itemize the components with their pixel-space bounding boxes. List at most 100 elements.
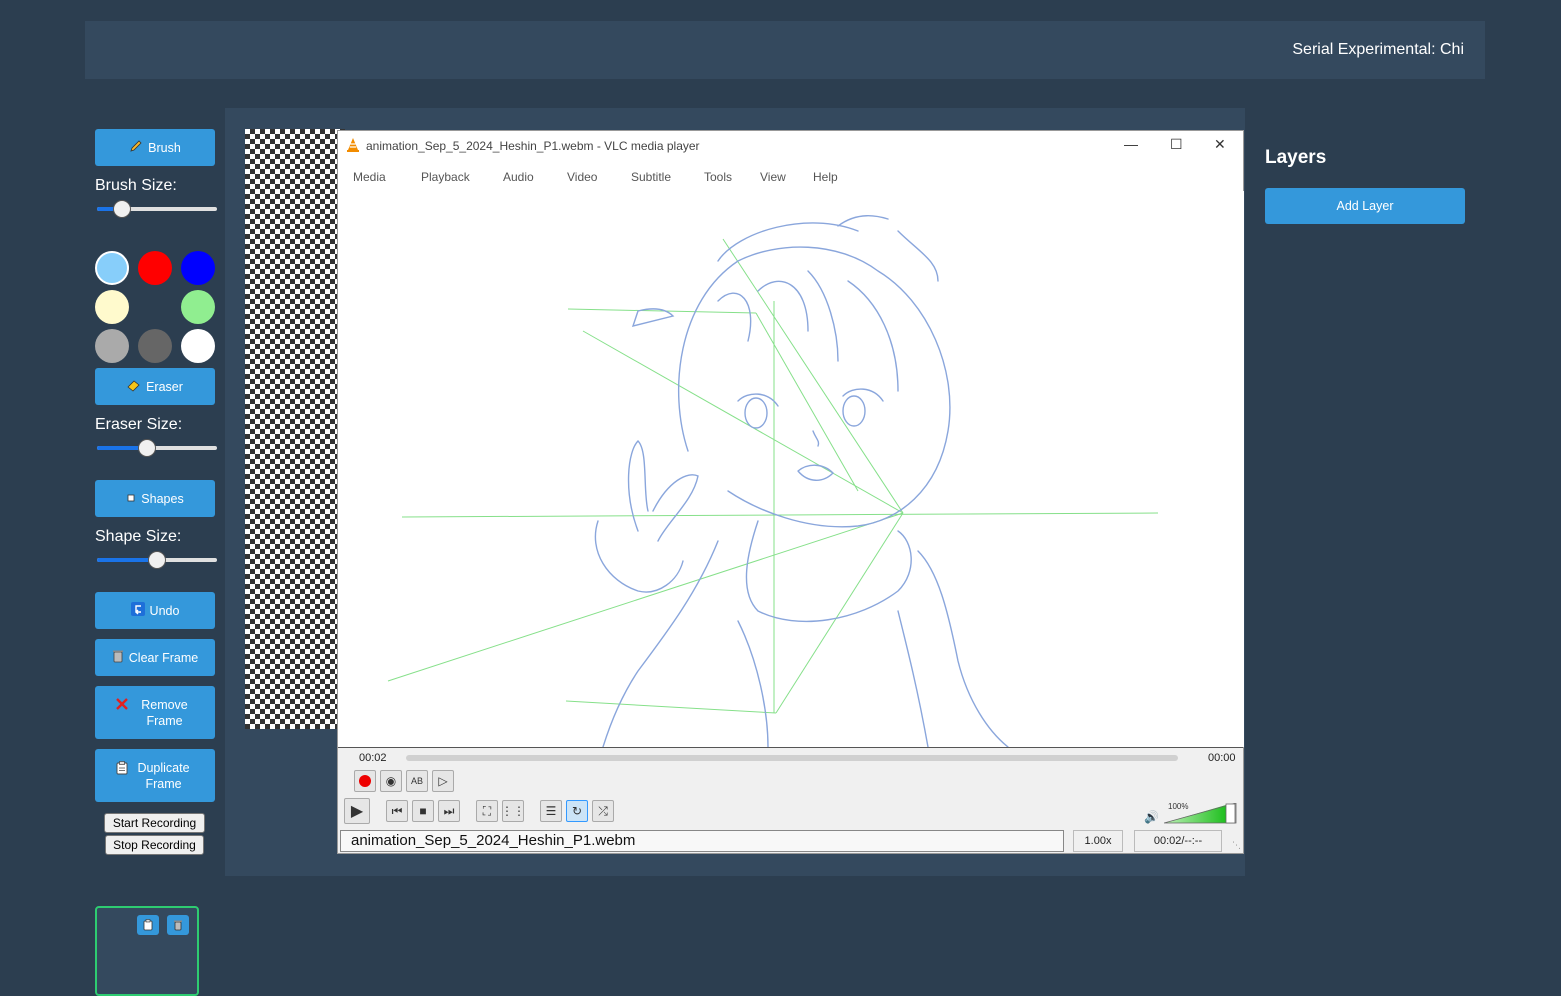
eraser-button[interactable]: Eraser bbox=[95, 368, 215, 405]
add-layer-button[interactable]: Add Layer bbox=[1265, 188, 1465, 224]
shuffle-icon: ⤮ bbox=[598, 803, 608, 818]
previous-icon: ⏮ bbox=[391, 803, 403, 818]
shape-size-slider[interactable] bbox=[97, 551, 217, 569]
duplicate-frame-icon[interactable] bbox=[137, 915, 159, 935]
color-swatch[interactable] bbox=[138, 290, 172, 324]
filename-field: animation_Sep_5_2024_Heshin_P1.webm bbox=[340, 830, 1064, 852]
stop-recording-button[interactable]: Stop Recording bbox=[105, 835, 204, 855]
close-icon[interactable]: ✕ bbox=[1214, 136, 1226, 153]
clipboard-icon bbox=[116, 761, 128, 779]
next-icon: ⏭ bbox=[443, 803, 455, 818]
vlc-controls: 00:02 00:00 ◉ AB ▷ ▶ ⏮ ■ ⏭ ⛶ ⋮⋮ ☰ ↻ ⤮ 🔊 … bbox=[338, 747, 1243, 853]
duplicate-frame-label: Duplicate Frame bbox=[137, 760, 190, 791]
color-swatch[interactable] bbox=[95, 290, 129, 324]
slider-thumb[interactable] bbox=[138, 439, 156, 457]
resize-grip-icon[interactable]: ⋱ bbox=[1232, 840, 1241, 851]
playlist-button[interactable]: ☰ bbox=[540, 800, 562, 822]
brush-button[interactable]: Brush bbox=[95, 129, 215, 166]
color-swatch[interactable] bbox=[181, 329, 215, 363]
undo-button[interactable]: Undo bbox=[95, 592, 215, 629]
next-button[interactable]: ⏭ bbox=[438, 800, 460, 822]
shapes-label: Shapes bbox=[141, 491, 184, 506]
drawing-canvas[interactable] bbox=[245, 129, 345, 729]
previous-button[interactable]: ⏮ bbox=[386, 800, 408, 822]
loop-icon: ↻ bbox=[571, 804, 583, 818]
slider-thumb[interactable] bbox=[148, 551, 166, 569]
playback-speed[interactable]: 1.00x bbox=[1073, 830, 1123, 852]
vlc-cone-icon bbox=[346, 137, 360, 156]
snapshot-button[interactable]: ◉ bbox=[380, 770, 402, 792]
brush-size-slider[interactable] bbox=[97, 200, 217, 218]
eraser-size-slider[interactable] bbox=[97, 439, 217, 457]
speaker-icon[interactable]: 🔊 bbox=[1144, 810, 1159, 824]
brush-label: Brush bbox=[148, 140, 181, 155]
shape-size-label: Shape Size: bbox=[95, 528, 182, 545]
color-swatch[interactable] bbox=[95, 251, 129, 285]
stop-button[interactable]: ■ bbox=[412, 800, 434, 822]
color-swatch[interactable] bbox=[138, 329, 172, 363]
ab-loop-button[interactable]: AB bbox=[406, 770, 428, 792]
slider-thumb[interactable] bbox=[113, 200, 131, 218]
stop-icon: ■ bbox=[419, 804, 427, 818]
frame-step-button[interactable]: ▷ bbox=[432, 770, 454, 792]
undo-label: Undo bbox=[149, 603, 180, 618]
vlc-menu-help[interactable]: Help bbox=[813, 170, 838, 184]
record-button[interactable] bbox=[354, 770, 376, 792]
start-recording-button[interactable]: Start Recording bbox=[104, 813, 205, 833]
vlc-menu-audio[interactable]: Audio bbox=[503, 170, 534, 184]
vlc-menu-playback[interactable]: Playback bbox=[421, 170, 470, 184]
remove-frame-button[interactable]: Remove Frame bbox=[95, 686, 215, 739]
undo-icon bbox=[130, 601, 145, 620]
eraser-label: Eraser bbox=[146, 379, 183, 394]
vlc-window: animation_Sep_5_2024_Heshin_P1.webm - VL… bbox=[337, 130, 1244, 854]
duplicate-frame-button[interactable]: Duplicate Frame bbox=[95, 749, 215, 802]
shapes-button[interactable]: Shapes bbox=[95, 480, 215, 517]
vlc-menu-media[interactable]: Media bbox=[353, 170, 386, 184]
play-button[interactable]: ▶ bbox=[344, 798, 370, 824]
play-icon: ▶ bbox=[350, 803, 364, 820]
frame-step-icon: ▷ bbox=[438, 774, 448, 788]
project-title: Serial Experimental: Chi bbox=[1292, 41, 1464, 58]
fullscreen-icon: ⛶ bbox=[482, 803, 492, 818]
eraser-icon bbox=[127, 378, 141, 396]
equalizer-icon: ⋮⋮ bbox=[501, 804, 525, 818]
volume-slider[interactable] bbox=[1163, 802, 1238, 825]
color-swatch[interactable] bbox=[95, 329, 129, 363]
playlist-icon: ☰ bbox=[545, 804, 557, 818]
frame-thumbnail[interactable] bbox=[95, 906, 199, 996]
vlc-menu-tools[interactable]: Tools bbox=[704, 170, 732, 184]
remaining-time: 00:00 bbox=[1208, 752, 1236, 764]
time-status[interactable]: 00:02/--:-- bbox=[1134, 830, 1222, 852]
shuffle-button[interactable]: ⤮ bbox=[592, 800, 614, 822]
sketch-drawing bbox=[387, 215, 1159, 747]
minimize-icon[interactable]: — bbox=[1124, 136, 1138, 152]
loop-button[interactable]: ↻ bbox=[566, 800, 588, 822]
vlc-menu-video[interactable]: Video bbox=[567, 170, 597, 184]
clear-frame-label: Clear Frame bbox=[128, 650, 199, 665]
app-header: Serial Experimental: Chi bbox=[85, 21, 1485, 79]
camera-icon: ◉ bbox=[385, 774, 397, 788]
extended-settings-button[interactable]: ⋮⋮ bbox=[501, 800, 525, 822]
clear-frame-button[interactable]: Clear Frame bbox=[95, 639, 215, 676]
brush-size-label: Brush Size: bbox=[95, 177, 177, 194]
fullscreen-button[interactable]: ⛶ bbox=[476, 800, 498, 822]
vlc-window-title: animation_Sep_5_2024_Heshin_P1.webm - VL… bbox=[366, 139, 700, 153]
color-swatch[interactable] bbox=[138, 251, 172, 285]
maximize-icon[interactable]: ☐ bbox=[1170, 136, 1183, 153]
vlc-titlebar: animation_Sep_5_2024_Heshin_P1.webm - VL… bbox=[338, 131, 1243, 159]
vlc-menubar: Media Playback Audio Video Subtitle Tools View… bbox=[338, 159, 1243, 191]
color-swatch[interactable] bbox=[181, 251, 215, 285]
eraser-size-label: Eraser Size: bbox=[95, 416, 183, 433]
pencil-icon bbox=[129, 139, 143, 157]
cross-icon bbox=[115, 697, 129, 715]
seek-bar[interactable] bbox=[406, 755, 1178, 761]
vlc-menu-subtitle[interactable]: Subtitle bbox=[631, 170, 671, 184]
elapsed-time: 00:02 bbox=[359, 752, 387, 764]
vlc-menu-view[interactable]: View bbox=[760, 170, 786, 184]
ab-loop-icon: AB bbox=[410, 776, 423, 786]
square-icon bbox=[126, 491, 136, 507]
remove-frame-label: Remove Frame bbox=[141, 697, 188, 728]
color-swatch[interactable] bbox=[181, 290, 215, 324]
delete-frame-icon[interactable] bbox=[167, 915, 189, 935]
video-frame bbox=[338, 191, 1244, 747]
